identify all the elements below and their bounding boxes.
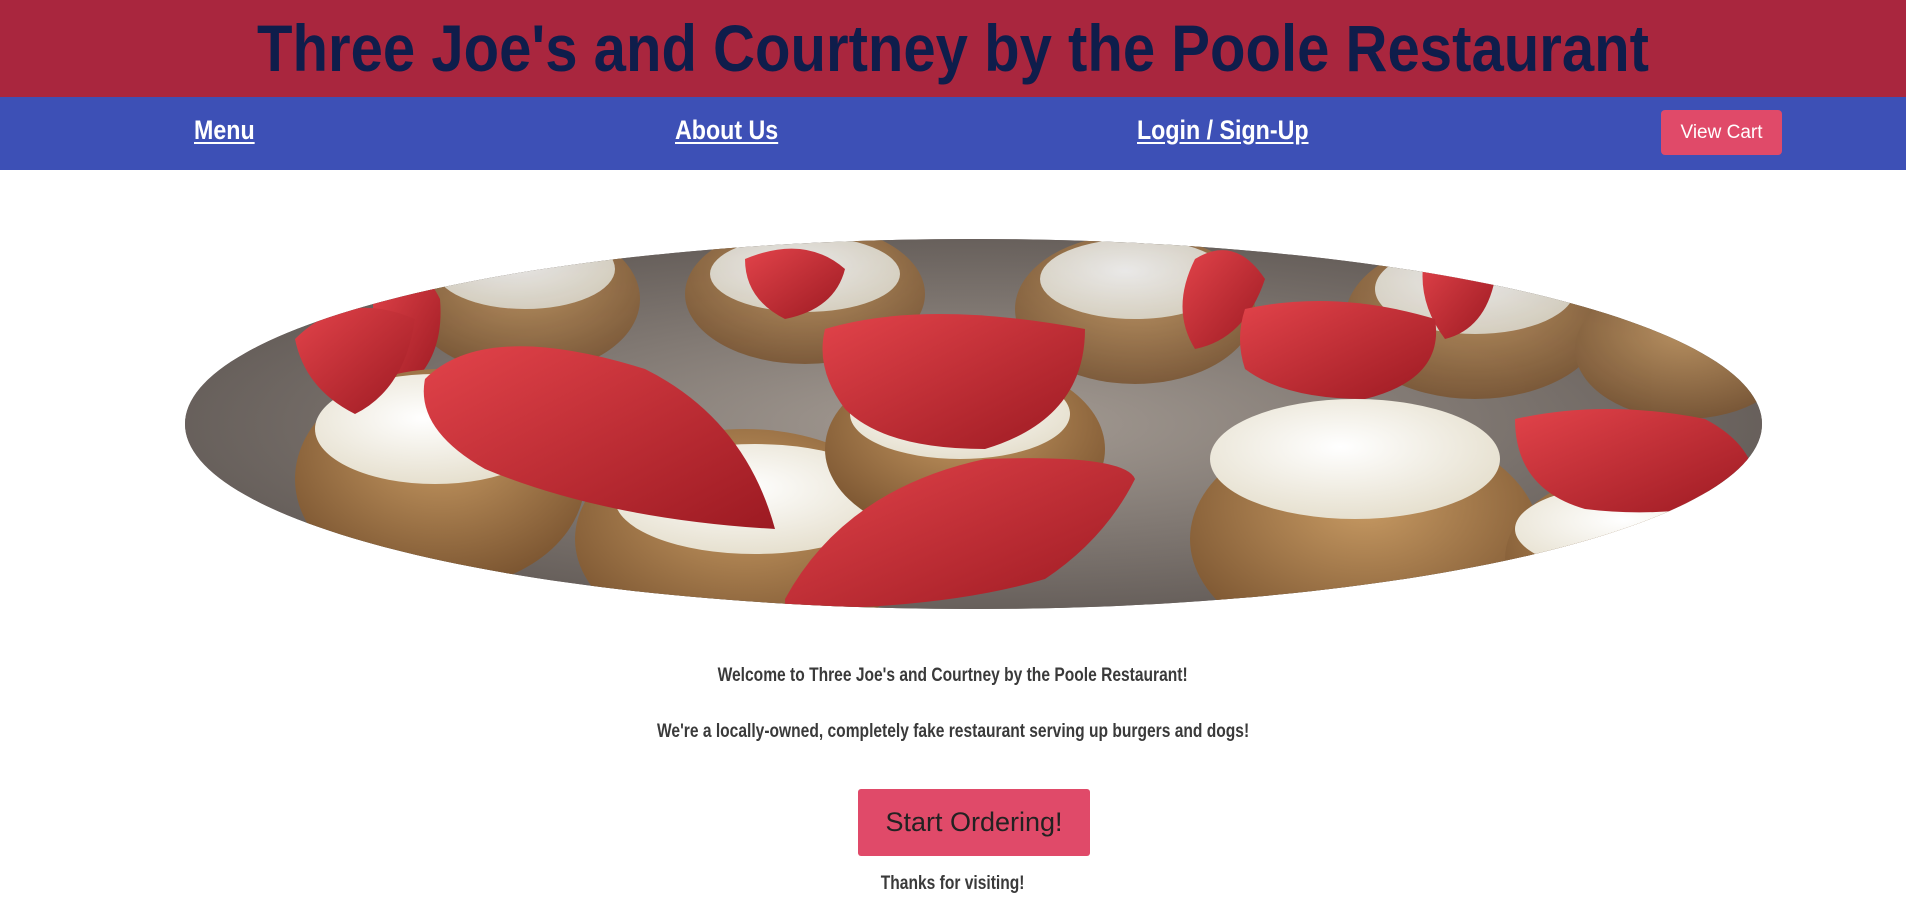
- welcome-text: Welcome to Three Joe's and Courtney by t…: [0, 665, 1906, 687]
- tagline-text-label: We're a locally-owned, completely fake r…: [656, 721, 1250, 742]
- hero-image: [185, 239, 1762, 609]
- navbar: Menu About Us Login / Sign-Up View Cart: [0, 97, 1906, 170]
- nav-link-login-signup[interactable]: Login / Sign-Up: [1137, 97, 1309, 163]
- thanks-text-label: Thanks for visiting!: [881, 873, 1025, 894]
- hero-photo-illustration: [185, 239, 1762, 609]
- welcome-text-label: Welcome to Three Joe's and Courtney by t…: [717, 665, 1189, 686]
- site-title: Three Joe's and Courtney by the Poole Re…: [257, 11, 1649, 85]
- view-cart-button[interactable]: View Cart: [1661, 110, 1782, 155]
- nav-link-about-us[interactable]: About Us: [675, 97, 778, 163]
- thanks-text: Thanks for visiting!: [0, 873, 1906, 895]
- site-header: Three Joe's and Courtney by the Poole Re…: [0, 0, 1906, 97]
- start-ordering-button[interactable]: Start Ordering!: [858, 789, 1090, 856]
- nav-link-menu[interactable]: Menu: [194, 97, 255, 163]
- tagline-text: We're a locally-owned, completely fake r…: [0, 721, 1906, 743]
